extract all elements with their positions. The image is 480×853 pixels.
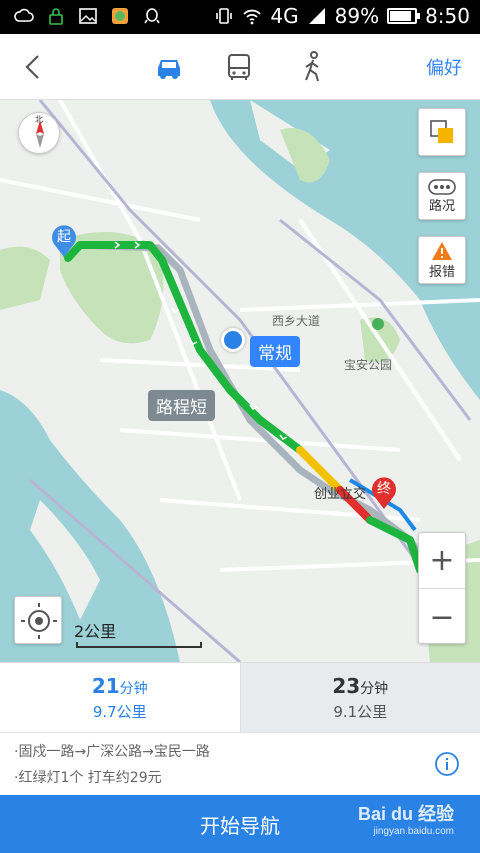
park-label: 宝安公园 — [344, 358, 393, 372]
report-label: 报错 — [428, 264, 455, 280]
layers-icon — [430, 120, 453, 143]
wifi-icon — [243, 9, 262, 25]
bus-icon[interactable] — [222, 50, 256, 84]
route-option-1[interactable]: 21分钟 9.7公里 — [0, 662, 240, 732]
route-options: 21分钟 9.7公里 23分钟 9.1公里 — [0, 662, 480, 732]
traffic-icon — [428, 178, 456, 195]
route-tag-short[interactable]: 路程短 — [148, 390, 215, 421]
route-path-text: ·固戍一路→广深公路→宝民一路 — [14, 744, 210, 760]
traffic-label: 路况 — [428, 198, 455, 214]
layers-button[interactable] — [418, 108, 466, 156]
clock: 8:50 — [425, 4, 470, 28]
locate-icon — [21, 603, 57, 639]
lock-icon — [49, 8, 63, 25]
report-error-button[interactable]: 报错 — [418, 236, 466, 284]
info-icon[interactable] — [434, 751, 460, 777]
zoom-out-button[interactable]: − — [419, 589, 465, 645]
qq-icon — [144, 8, 160, 24]
walk-icon[interactable] — [296, 50, 330, 84]
preference-button[interactable]: 偏好 — [426, 54, 462, 80]
route-tag-normal[interactable]: 常规 — [250, 336, 300, 367]
status-bar: 4G 89% 8:50 — [0, 0, 480, 34]
warning-icon — [432, 241, 452, 260]
route-distance: 9.1公里 — [333, 702, 388, 721]
scale-label: 2公里 — [74, 622, 117, 641]
locate-button[interactable] — [14, 596, 62, 644]
start-marker: 起 — [50, 224, 78, 258]
traffic-button[interactable]: 路况 — [418, 172, 466, 220]
route-time: 21分钟 — [91, 673, 148, 698]
image-icon — [79, 8, 97, 24]
battery-icon — [387, 8, 421, 24]
signal-icon — [308, 8, 325, 24]
road-label: 西乡大道 — [272, 314, 321, 328]
car-icon[interactable] — [152, 50, 186, 84]
current-location-dot — [221, 328, 245, 352]
network-type: 4G — [270, 4, 299, 28]
zoom-in-button[interactable]: + — [419, 533, 465, 589]
route-time: 23分钟 — [332, 673, 389, 698]
route-details: ·固戍一路→广深公路→宝民一路 ·红绿灯1个 打车约29元 — [0, 732, 480, 795]
route-option-2[interactable]: 23分钟 9.1公里 — [239, 662, 480, 732]
watermark: Bai du 经验 jingyan.baidu.com — [357, 804, 454, 837]
compass-button[interactable]: 北 — [18, 112, 60, 154]
compass-north-label: 北 — [35, 115, 43, 124]
vibrate-icon — [216, 8, 233, 24]
start-navigation-label: 开始导航 — [200, 813, 280, 838]
end-marker: 终 — [370, 476, 398, 510]
scale-bar — [76, 642, 202, 648]
route-distance: 9.7公里 — [92, 702, 147, 721]
zoom-control: + − — [418, 532, 466, 644]
back-icon[interactable] — [18, 52, 48, 82]
cloud-icon — [14, 8, 34, 22]
top-toolbar: 偏好 — [0, 34, 480, 100]
map-canvas — [0, 100, 480, 662]
battery-percent: 89% — [334, 4, 380, 28]
map-view[interactable]: 北 路况 报错 起 终 常规 路程短 西乡大道 宝安公园 创业立交 + − 2公… — [0, 100, 480, 662]
app-icon — [112, 8, 128, 24]
junction-label: 创业立交 — [314, 487, 367, 502]
route-info-text: ·红绿灯1个 打车约29元 — [14, 770, 162, 786]
